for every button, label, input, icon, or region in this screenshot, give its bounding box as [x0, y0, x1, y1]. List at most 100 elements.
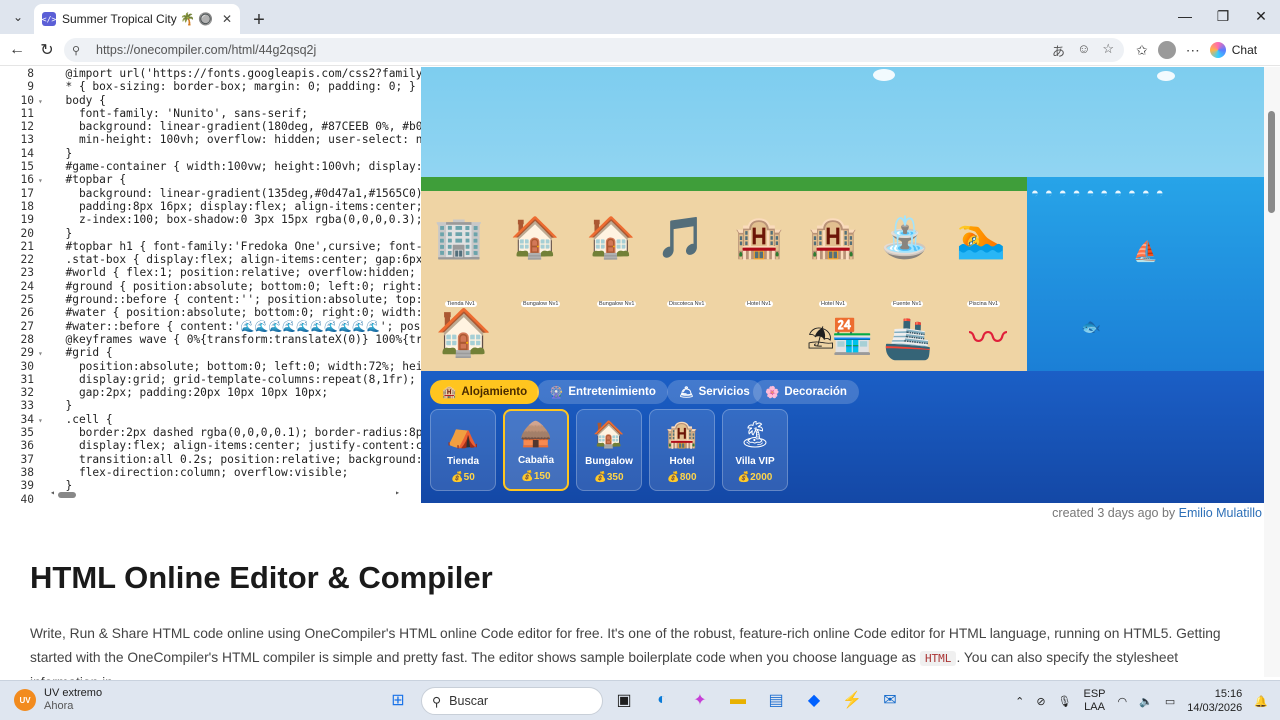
- address-bar[interactable]: ⚲ https://onecompiler.com/html/44g2qsq2j…: [64, 38, 1124, 62]
- build-card[interactable]: ⛺ Tienda 💰50: [430, 409, 496, 491]
- code-line[interactable]: 23 #world { flex:1; position:relative; o…: [0, 266, 421, 279]
- close-window-icon[interactable]: ✕: [1242, 0, 1280, 32]
- fold-chevron-icon[interactable]: ▾: [38, 347, 52, 360]
- code-line[interactable]: 38 flex-direction:column; overflow:visib…: [0, 466, 421, 479]
- weather-widget[interactable]: UV UV extremo Ahora: [14, 687, 102, 713]
- code-line[interactable]: 33 }: [0, 399, 421, 412]
- fold-chevron-icon[interactable]: [38, 387, 52, 400]
- fold-chevron-icon[interactable]: [38, 214, 52, 227]
- reload-icon[interactable]: ↻: [32, 35, 62, 65]
- taskbar-search[interactable]: ⚲ Buscar: [421, 687, 603, 715]
- fold-chevron-icon[interactable]: [38, 201, 52, 214]
- code-line[interactable]: 11 font-family: 'Nunito', sans-serif;: [0, 107, 421, 120]
- code-line[interactable]: 14 }: [0, 147, 421, 160]
- build-card[interactable]: 🏝 Villa VIP 💰2000: [722, 409, 788, 491]
- fold-chevron-icon[interactable]: [38, 440, 52, 453]
- code-line[interactable]: 19 z-index:100; box-shadow:0 3px 15px rg…: [0, 213, 421, 226]
- category-tab[interactable]: 🛎 Servicios: [667, 380, 762, 404]
- building-tile[interactable]: 🏨: [731, 207, 787, 269]
- fold-chevron-icon[interactable]: [38, 241, 52, 254]
- code-line[interactable]: 28 @keyframes wave { 0%{transform:transl…: [0, 333, 421, 346]
- close-tab-icon[interactable]: ✕: [222, 12, 232, 26]
- code-line[interactable]: 31 display:grid; grid-template-columns:r…: [0, 373, 421, 386]
- code-line[interactable]: 22 .stat-box { display:flex; align-items…: [0, 253, 421, 266]
- copilot-chat-button[interactable]: Chat: [1209, 42, 1257, 58]
- code-line[interactable]: 36 display:flex; align-items:center; jus…: [0, 439, 421, 452]
- code-line[interactable]: 17 background: linear-gradient(135deg,#0…: [0, 187, 421, 200]
- build-card[interactable]: 🏠 Bungalow 💰350: [576, 409, 642, 491]
- code-line[interactable]: 35 border:2px dashed rgba(0,0,0,0.1); bo…: [0, 426, 421, 439]
- fold-chevron-icon[interactable]: [38, 374, 52, 387]
- fold-chevron-icon[interactable]: [38, 134, 52, 147]
- fold-chevron-icon[interactable]: [38, 281, 52, 294]
- building-tile[interactable]: 🎵: [653, 207, 709, 269]
- code-line[interactable]: 27 #water::before { content:'🌊🌊🌊🌊🌊🌊🌊🌊🌊🌊'…: [0, 320, 421, 333]
- page-scrollbar[interactable]: [1264, 67, 1280, 677]
- task-view-icon[interactable]: ▣: [612, 688, 636, 712]
- code-editor[interactable]: 8 @import url('https://fonts.googleapis.…: [0, 67, 421, 503]
- fold-chevron-icon[interactable]: ▾: [38, 414, 52, 427]
- network-off-icon[interactable]: ⊘: [1036, 695, 1045, 708]
- editor-horizontal-scrollbar[interactable]: ◂ ▸: [50, 488, 400, 499]
- fold-chevron-icon[interactable]: [38, 361, 52, 374]
- reader-icon[interactable]: ☺: [1077, 41, 1090, 60]
- build-card[interactable]: 🛖 Cabaña 💰150: [503, 409, 569, 491]
- code-line[interactable]: 18 padding:8px 16px; display:flex; align…: [0, 200, 421, 213]
- microsoft-store-icon[interactable]: ▤: [764, 688, 788, 712]
- copilot-app-icon[interactable]: ✦: [688, 688, 712, 712]
- code-line[interactable]: 15 #game-container { width:100vw; height…: [0, 160, 421, 173]
- browser-tab-active[interactable]: </> Summer Tropical City 🌴 🔘 - HTM ✕: [34, 4, 240, 34]
- code-line[interactable]: 32 gap:2px; padding:20px 10px 10px 10px;: [0, 386, 421, 399]
- code-line[interactable]: 26 #water { position:absolute; bottom:0;…: [0, 306, 421, 319]
- fold-chevron-icon[interactable]: [38, 161, 52, 174]
- building-tile[interactable]: 🏨: [805, 207, 861, 269]
- maximize-icon[interactable]: ❐: [1204, 0, 1242, 32]
- code-line[interactable]: 21 #topbar h1 { font-family:'Fredoka One…: [0, 240, 421, 253]
- building-tile[interactable]: 🏠: [507, 207, 563, 269]
- microphone-icon[interactable]: 🎙: [1058, 695, 1072, 708]
- fold-chevron-icon[interactable]: [38, 81, 52, 94]
- fold-chevron-icon[interactable]: [38, 400, 52, 413]
- fold-chevron-icon[interactable]: ▾: [38, 174, 52, 187]
- editor-scrollbar-thumb[interactable]: [58, 492, 76, 498]
- outlook-icon[interactable]: ✉: [878, 688, 902, 712]
- category-tab[interactable]: 🎡 Entretenimiento: [537, 380, 668, 404]
- favorites-icon[interactable]: ✩: [1136, 42, 1148, 59]
- fold-chevron-icon[interactable]: [38, 108, 52, 121]
- code-line[interactable]: 37 transition:all 0.2s; position:relativ…: [0, 453, 421, 466]
- favorite-star-icon[interactable]: ☆: [1102, 41, 1114, 60]
- code-line[interactable]: 10 ▾ body {: [0, 94, 421, 107]
- fold-chevron-icon[interactable]: [38, 427, 52, 440]
- tab-list-menu-button[interactable]: ⌄: [4, 4, 32, 30]
- show-hidden-icons-icon[interactable]: ⌃: [1015, 695, 1024, 708]
- input-language[interactable]: ESP LAA: [1084, 688, 1106, 714]
- page-scrollbar-thumb[interactable]: [1268, 111, 1275, 213]
- fold-chevron-icon[interactable]: [38, 267, 52, 280]
- building-tile[interactable]: 🏠: [583, 207, 639, 269]
- wifi-icon[interactable]: ◠: [1118, 695, 1128, 708]
- building-tile[interactable]: 🏢: [431, 207, 487, 269]
- scroll-right-icon[interactable]: ▸: [395, 488, 400, 497]
- fold-chevron-icon[interactable]: [38, 454, 52, 467]
- building-tile[interactable]: ⛲: [877, 207, 933, 269]
- code-line[interactable]: 13 min-height: 100vh; overflow: hidden; …: [0, 133, 421, 146]
- fold-chevron-icon[interactable]: ▾: [38, 95, 52, 108]
- code-line[interactable]: 9 * { box-sizing: border-box; margin: 0;…: [0, 80, 421, 93]
- code-line[interactable]: 16 ▾ #topbar {: [0, 173, 421, 186]
- fold-chevron-icon[interactable]: [38, 467, 52, 480]
- fold-chevron-icon[interactable]: [38, 294, 52, 307]
- more-menu-icon[interactable]: ⋯: [1186, 42, 1200, 59]
- fold-chevron-icon[interactable]: [38, 228, 52, 241]
- code-line[interactable]: 30 position:absolute; bottom:0; left:0; …: [0, 360, 421, 373]
- minimize-icon[interactable]: —: [1166, 0, 1204, 32]
- new-tab-button[interactable]: +: [244, 6, 274, 34]
- fold-chevron-icon[interactable]: [38, 321, 52, 334]
- fold-chevron-icon[interactable]: [38, 254, 52, 267]
- author-link[interactable]: Emilio Mulatillo: [1179, 506, 1262, 520]
- category-tab[interactable]: 🌸 Decoración: [753, 380, 859, 404]
- volume-icon[interactable]: 🔈: [1139, 695, 1153, 708]
- code-line[interactable]: 25 #ground::before { content:''; positio…: [0, 293, 421, 306]
- code-line[interactable]: 8 @import url('https://fonts.googleapis.…: [0, 67, 421, 80]
- code-line[interactable]: 12 background: linear-gradient(180deg, #…: [0, 120, 421, 133]
- fold-chevron-icon[interactable]: [38, 307, 52, 320]
